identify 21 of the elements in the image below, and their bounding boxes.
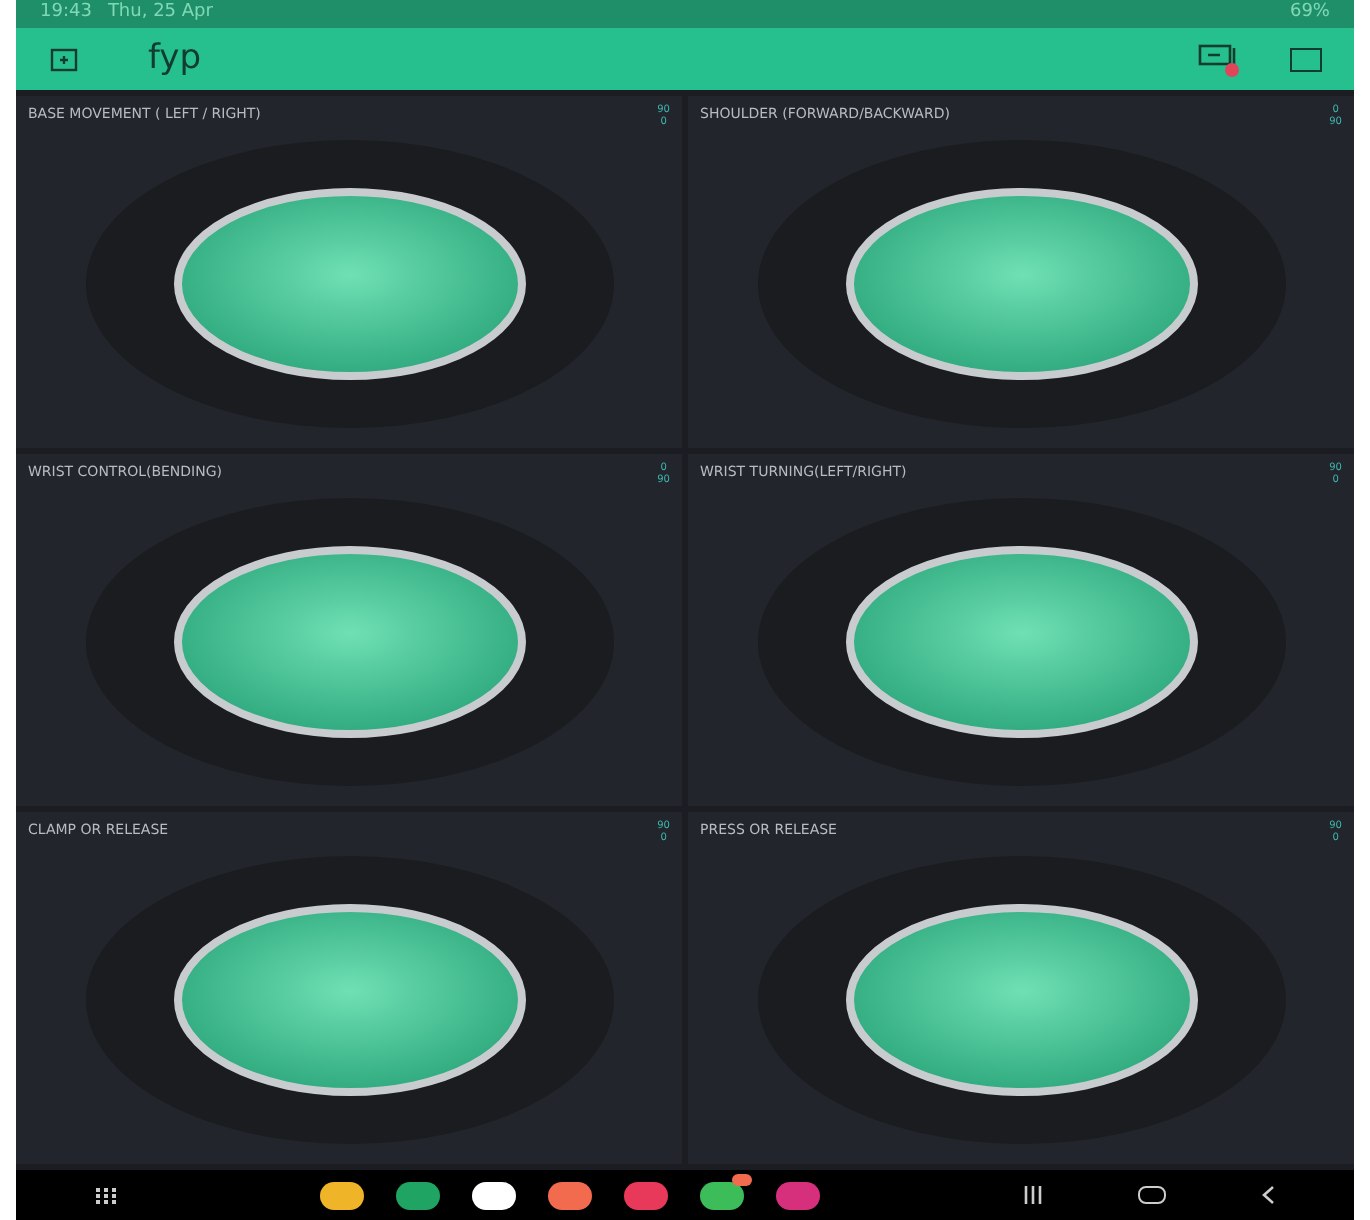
back-icon[interactable] — [1262, 1186, 1274, 1204]
status-time: 19:43 — [40, 0, 92, 27]
joystick-handle[interactable] — [173, 904, 525, 1096]
app-icon[interactable] — [548, 1181, 592, 1209]
app-icon[interactable] — [320, 1181, 364, 1209]
joystick-handle[interactable] — [845, 904, 1197, 1096]
joystick-handle[interactable] — [845, 188, 1197, 380]
recents-icon[interactable] — [1024, 1186, 1042, 1204]
app-icon[interactable] — [472, 1181, 516, 1209]
notification-icon[interactable] — [1198, 41, 1242, 77]
joystick-handle[interactable] — [173, 546, 525, 738]
battery-level: 69% — [1289, 0, 1330, 27]
joystick-handle[interactable] — [173, 188, 525, 380]
status-date: Thu, 25 Apr — [107, 0, 213, 27]
app-title: fyp — [148, 35, 202, 82]
app-icon[interactable] — [396, 1181, 440, 1209]
screen-icon[interactable] — [1290, 47, 1322, 71]
apps-icon[interactable] — [96, 1187, 116, 1203]
home-icon[interactable] — [1138, 1186, 1166, 1204]
device-icon[interactable] — [48, 47, 80, 71]
joystick-handle[interactable] — [845, 546, 1197, 738]
